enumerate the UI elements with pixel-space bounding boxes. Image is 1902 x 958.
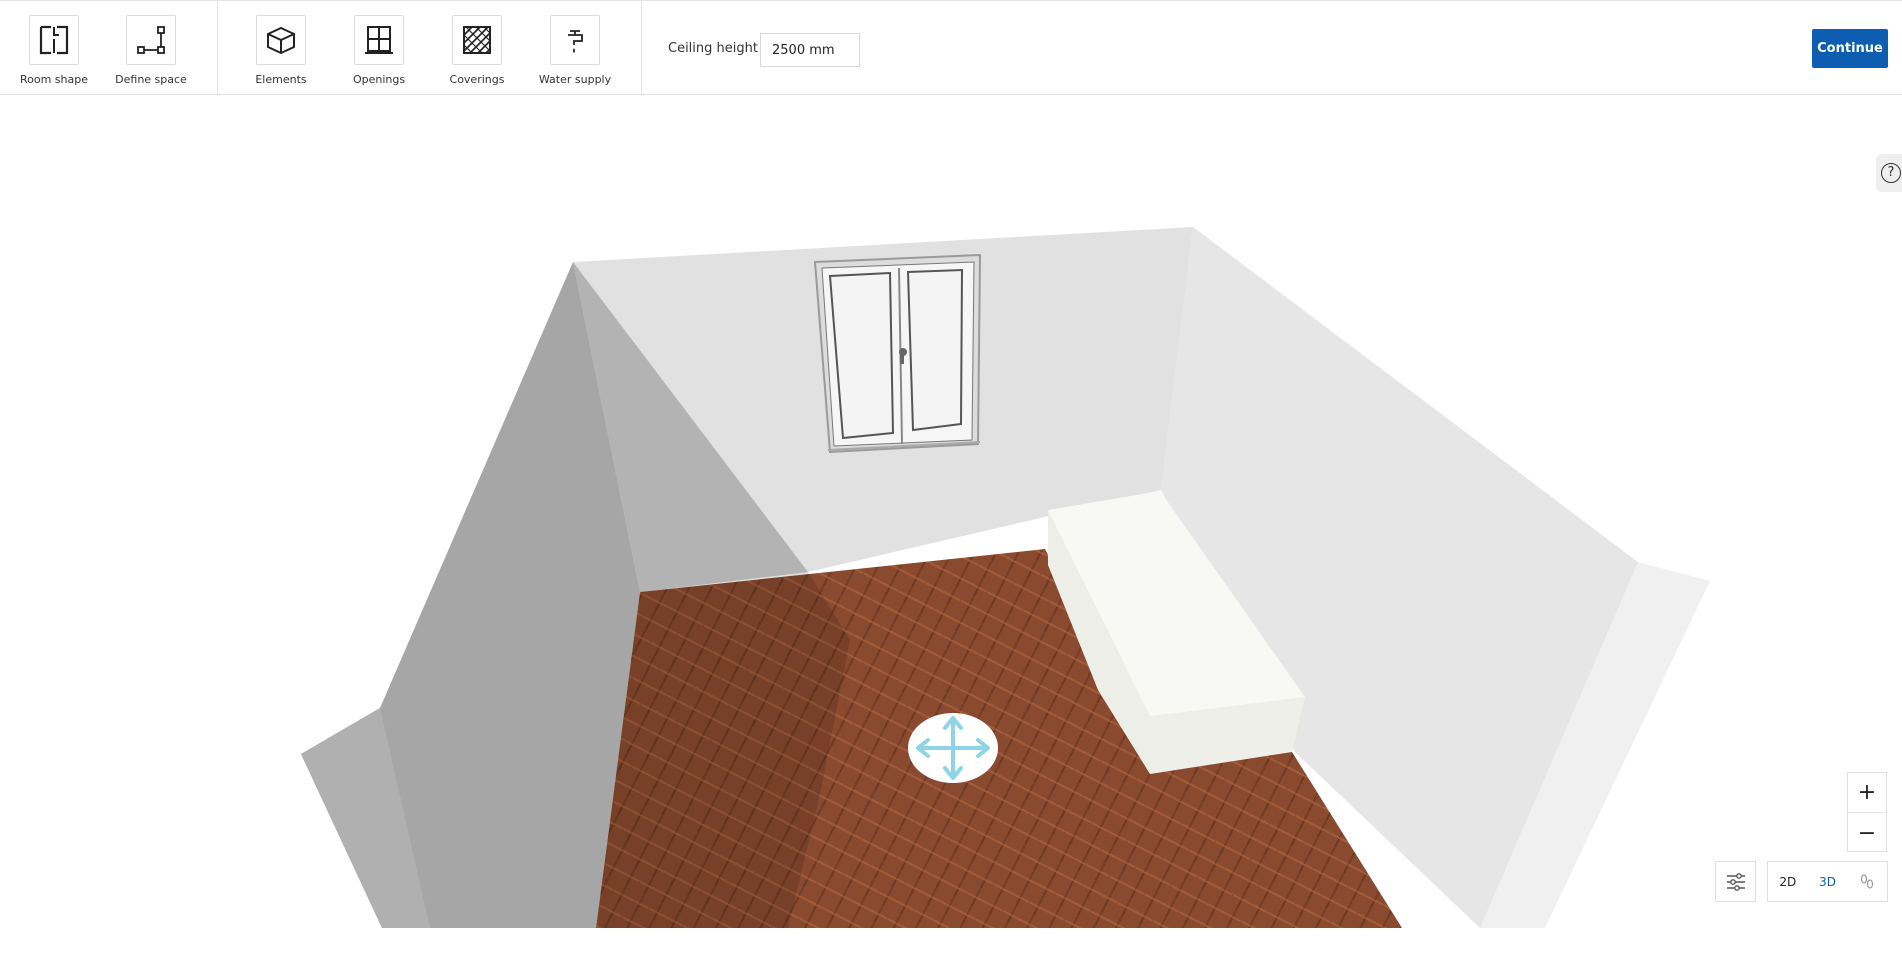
tool-room-shape[interactable]: Room shape (4, 15, 104, 86)
view-mode-toggle: 2D 3D (1767, 861, 1888, 902)
room-3d-viewport[interactable] (0, 96, 1902, 928)
tool-water-supply[interactable]: Water supply (525, 15, 625, 86)
window-icon (365, 26, 393, 54)
walk-mode-button[interactable] (1847, 862, 1887, 901)
room-shape-icon (39, 25, 69, 55)
toolbar-divider (641, 1, 642, 95)
continue-button[interactable]: Continue (1812, 29, 1888, 68)
view-2d-button[interactable]: 2D (1768, 862, 1808, 901)
ceiling-height-label: Ceiling height (668, 41, 758, 56)
tool-label: Elements (255, 73, 307, 86)
define-space-icon-box (126, 15, 176, 65)
footsteps-icon (1861, 873, 1874, 889)
tool-label: Define space (115, 73, 187, 86)
cube-icon (267, 27, 295, 54)
tool-define-space[interactable]: Define space (101, 15, 201, 86)
sliders-icon (1726, 872, 1745, 891)
room-shape-icon-box (29, 15, 79, 65)
toolbar-divider (217, 1, 218, 95)
top-toolbar: Room shape Define space Elements Opening… (0, 0, 1902, 95)
view-3d-button[interactable]: 3D (1808, 862, 1848, 901)
window-icon-box (354, 15, 404, 65)
tool-label: Openings (352, 73, 406, 86)
tool-elements[interactable]: Elements (231, 15, 331, 86)
define-space-icon (137, 26, 165, 54)
faucet-icon-box (550, 15, 600, 65)
tool-label: Coverings (449, 73, 505, 86)
zoom-controls: + − (1847, 772, 1887, 852)
move-handle[interactable] (908, 713, 998, 783)
zoom-in-button[interactable]: + (1848, 773, 1886, 813)
tool-label: Room shape (19, 73, 88, 86)
faucet-icon (568, 30, 583, 53)
french-window (813, 253, 982, 454)
tool-label: Water supply (538, 73, 612, 86)
tool-coverings[interactable]: Coverings (427, 15, 527, 86)
view-settings-button[interactable] (1715, 861, 1756, 902)
zoom-out-button[interactable]: − (1848, 813, 1886, 853)
ceiling-height-input[interactable] (760, 33, 860, 67)
cube-icon-box (256, 15, 306, 65)
tool-openings[interactable]: Openings (329, 15, 429, 86)
hatched-tile-icon-box (452, 15, 502, 65)
hatched-tile-icon (463, 26, 491, 54)
